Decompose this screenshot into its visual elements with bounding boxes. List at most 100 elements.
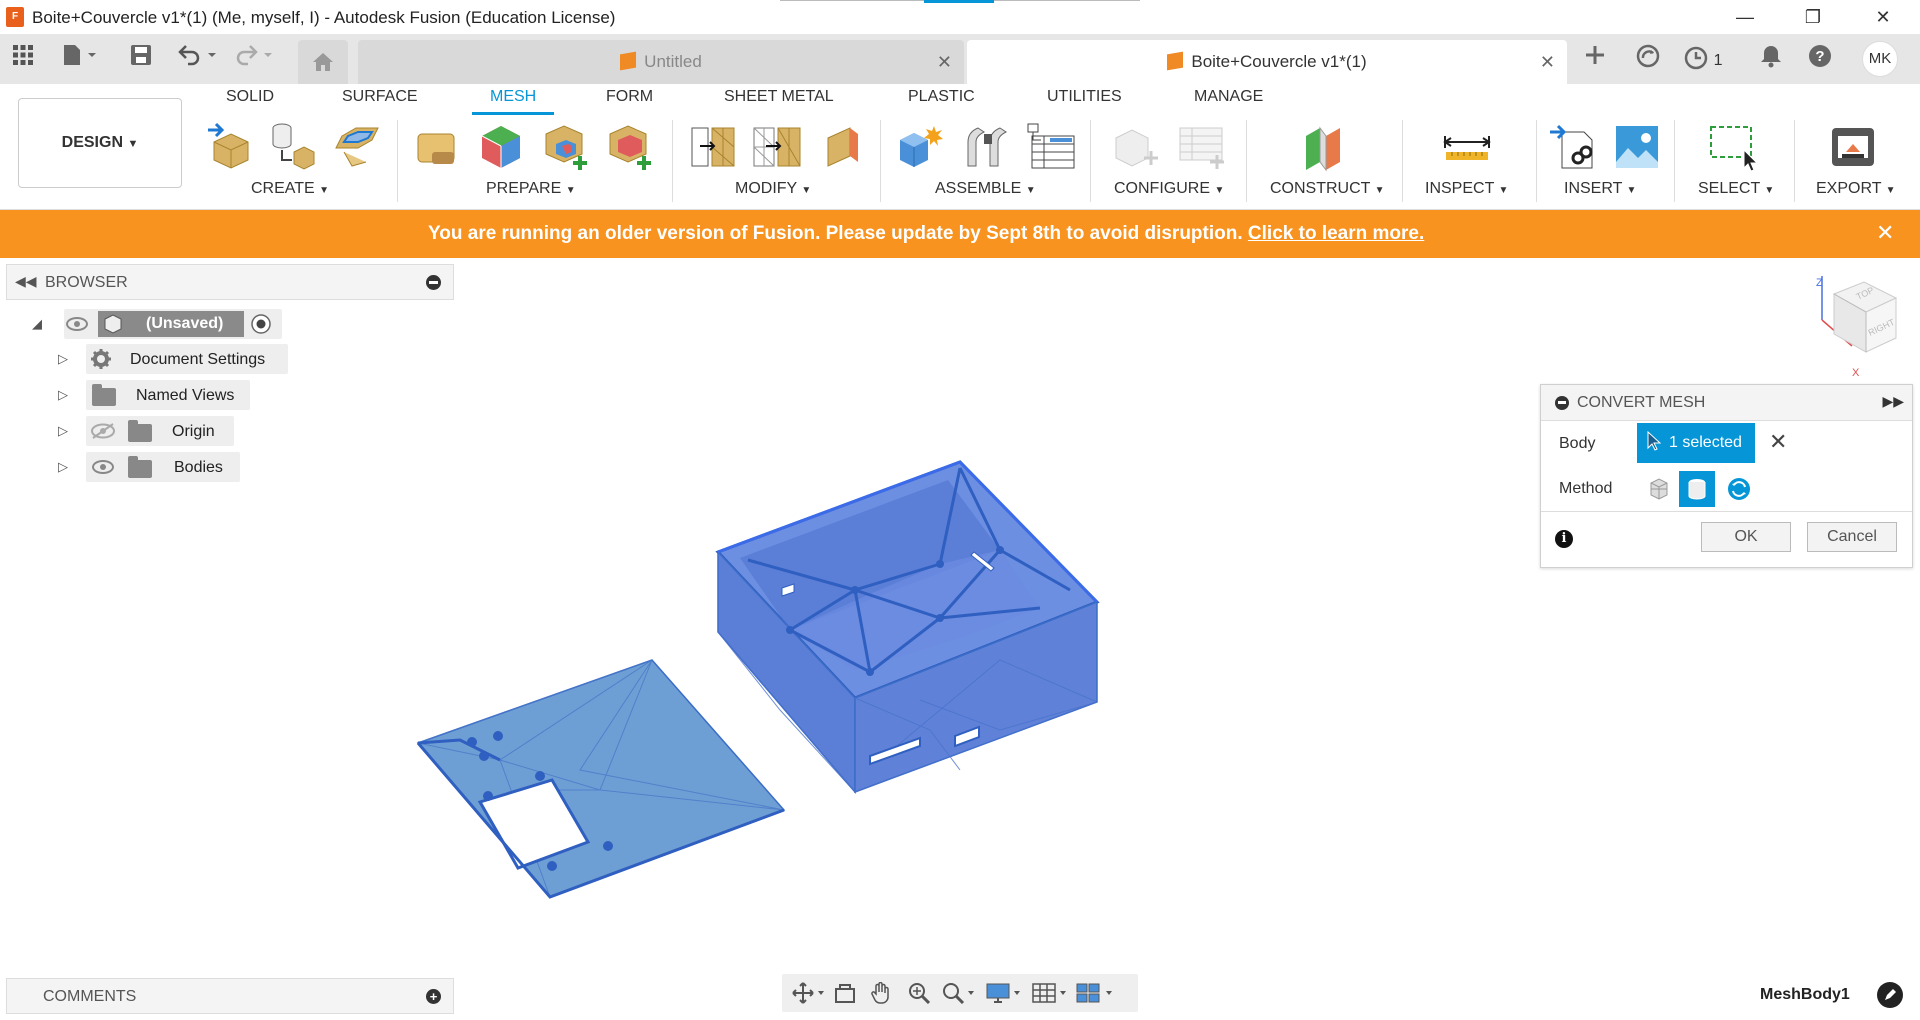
convert-mesh-header[interactable]: CONVERT MESH ▶▶ [1541, 385, 1912, 421]
visibility-eye-icon[interactable] [66, 317, 88, 331]
save-icon[interactable] [130, 44, 152, 74]
expand-origin-icon[interactable]: ▷ [58, 423, 68, 439]
hidden-eye-icon[interactable] [90, 422, 116, 440]
method-prismatic-button[interactable] [1679, 471, 1715, 507]
face-group-add-icon[interactable] [540, 122, 590, 172]
activate-radio-icon[interactable] [250, 313, 272, 335]
configuration-table-icon[interactable] [1176, 122, 1226, 172]
viewcube[interactable]: Z X TOP RIGHT [1808, 274, 1908, 384]
info-icon[interactable]: i [1555, 530, 1573, 548]
window-select-icon[interactable] [1708, 122, 1759, 172]
notifications-bell-icon[interactable] [1760, 44, 1782, 77]
new-component-icon[interactable] [896, 122, 946, 172]
restore-button[interactable]: ❐ [1790, 4, 1836, 30]
close-tab-icon[interactable]: ✕ [1540, 40, 1555, 84]
expand-named-views-icon[interactable]: ▷ [58, 387, 68, 403]
cancel-button[interactable]: Cancel [1807, 522, 1897, 552]
browser-panel-header[interactable]: ◀◀ BROWSER [6, 264, 454, 300]
new-tab-icon[interactable] [1584, 44, 1606, 75]
insert-derive-icon[interactable] [1548, 122, 1598, 172]
plane-cut-icon[interactable] [688, 122, 738, 172]
reverse-normal-icon[interactable] [818, 122, 868, 172]
job-status-icon[interactable]: 1 [1684, 44, 1722, 76]
tab-solid[interactable]: SOLID [226, 88, 274, 106]
group-create[interactable]: CREATE ▼ [251, 180, 329, 198]
expand-bodies-icon[interactable]: ▷ [58, 459, 68, 475]
ok-button[interactable]: OK [1701, 522, 1791, 552]
look-at-icon[interactable] [834, 982, 856, 1004]
joint-icon[interactable] [962, 122, 1012, 172]
online-status-icon[interactable] [1636, 44, 1660, 77]
body-selection-button[interactable]: 1 selected [1637, 423, 1755, 463]
expand-dialog-icon[interactable]: ▶▶ [1882, 393, 1904, 410]
remesh-icon[interactable] [476, 122, 526, 172]
mesh-viewport-scene[interactable] [400, 440, 1120, 910]
group-inspect[interactable]: INSPECT ▼ [1425, 180, 1508, 198]
zoom-icon[interactable] [908, 982, 930, 1004]
edit-body-icon[interactable] [1877, 982, 1903, 1008]
tab-utilities[interactable]: UTILITIES [1047, 88, 1122, 106]
home-tab[interactable] [298, 40, 348, 84]
group-construct[interactable]: CONSTRUCT ▼ [1270, 180, 1385, 198]
insert-mesh-icon[interactable] [206, 122, 256, 172]
offset-plane-icon[interactable] [1300, 122, 1350, 172]
method-faceted-button[interactable] [1641, 471, 1677, 507]
group-select[interactable]: SELECT ▼ [1698, 180, 1774, 198]
group-configure[interactable]: CONFIGURE ▼ [1114, 180, 1224, 198]
tab-surface[interactable]: SURFACE [342, 88, 418, 106]
tab-sheet-metal[interactable]: SHEET METAL [724, 88, 834, 106]
user-avatar[interactable]: MK [1862, 41, 1898, 77]
export-3d-print-icon[interactable] [1828, 122, 1878, 172]
orbit-move-icon[interactable] [792, 982, 826, 1004]
display-settings-icon[interactable] [986, 982, 1022, 1004]
combine-face-group-icon[interactable] [604, 122, 654, 172]
group-export[interactable]: EXPORT ▼ [1816, 180, 1896, 198]
group-prepare[interactable]: PREPARE ▼ [486, 180, 576, 198]
pan-hand-icon[interactable] [870, 982, 892, 1004]
measure-icon[interactable] [1442, 122, 1492, 172]
insert-canvas-icon[interactable] [1612, 122, 1662, 172]
close-window-button[interactable]: ✕ [1860, 4, 1906, 30]
file-menu-icon[interactable] [62, 44, 98, 74]
create-face-group-icon[interactable] [334, 122, 384, 172]
tab-boite-couvercle[interactable]: Boite+Couvercle v1*(1) ✕ [967, 40, 1567, 84]
redo-icon[interactable] [234, 44, 274, 74]
tab-plastic[interactable]: PLASTIC [908, 88, 975, 106]
collapse-dialog-icon[interactable] [1555, 396, 1569, 410]
tab-form[interactable]: FORM [606, 88, 653, 106]
undo-icon[interactable] [178, 44, 218, 74]
close-tab-icon[interactable]: ✕ [937, 40, 952, 84]
expand-document-settings-icon[interactable]: ▷ [58, 351, 68, 367]
grid-settings-icon[interactable] [1032, 982, 1068, 1004]
configure-design-icon[interactable] [1110, 122, 1160, 172]
comments-panel-header[interactable]: COMMENTS + [6, 978, 454, 1014]
browser-title: BROWSER [45, 274, 128, 291]
add-comment-icon[interactable]: + [426, 989, 441, 1004]
generate-face-groups-icon[interactable] [412, 122, 462, 172]
group-assemble[interactable]: ASSEMBLE ▼ [935, 180, 1036, 198]
viewports-icon[interactable] [1076, 982, 1116, 1004]
tab-manage[interactable]: MANAGE [1194, 88, 1263, 106]
workspace-switcher-button[interactable]: DESIGN ▼ [18, 98, 182, 188]
collapse-panel-icon[interactable]: ◀◀ [15, 273, 37, 290]
help-icon[interactable]: ? [1808, 44, 1832, 77]
tab-untitled[interactable]: Untitled ✕ [358, 40, 964, 84]
tab-mesh[interactable]: MESH [490, 88, 536, 106]
minimize-button[interactable]: — [1722, 4, 1768, 30]
minimize-panel-icon[interactable] [426, 275, 441, 290]
clear-selection-icon[interactable]: ✕ [1769, 429, 1787, 455]
bill-of-materials-icon[interactable] [1026, 122, 1076, 172]
group-insert[interactable]: INSERT ▼ [1564, 180, 1636, 198]
zoom-window-icon[interactable] [942, 982, 976, 1004]
mesh-lid-body[interactable] [416, 659, 786, 899]
reduce-icon[interactable] [752, 122, 802, 172]
visibility-eye-icon[interactable] [92, 460, 114, 474]
expand-root-icon[interactable]: ◢ [32, 316, 42, 332]
method-organic-button[interactable] [1721, 471, 1757, 507]
create-mesh-sketch-icon[interactable] [268, 122, 318, 172]
group-modify[interactable]: MODIFY ▼ [735, 180, 811, 198]
banner-close-icon[interactable]: ✕ [1876, 220, 1894, 246]
data-panel-grid-icon[interactable] [12, 44, 34, 74]
mesh-box-body[interactable] [715, 460, 1100, 795]
banner-learn-more-link[interactable]: Click to learn more. [1248, 223, 1424, 244]
